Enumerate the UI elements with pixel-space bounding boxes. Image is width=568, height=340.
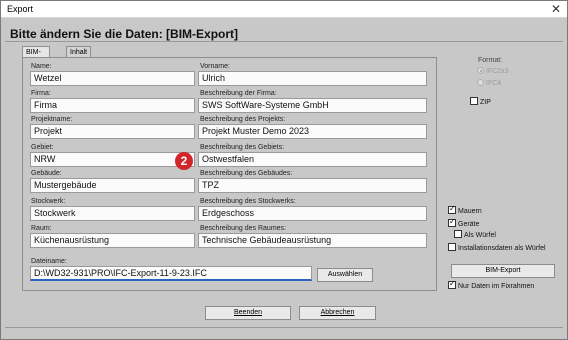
firma-desc-field[interactable]: SWS SoftWare-Systeme GmbH <box>198 98 427 113</box>
zip-label: ZIP <box>480 99 491 106</box>
step-badge: 2 <box>175 152 193 170</box>
raum-desc-field[interactable]: Technische Gebäudeausrüstung <box>198 233 427 248</box>
checkbox-empty-icon[interactable] <box>470 97 478 105</box>
beenden-button[interactable]: Beenden <box>205 306 291 320</box>
als-wuerfel-label: Als Würfel <box>464 232 496 239</box>
radio-empty-icon <box>477 79 484 86</box>
gebiet-desc-field[interactable]: Ostwestfalen <box>198 152 427 167</box>
dateiname-label: Dateiname: <box>31 258 67 265</box>
als-wuerfel-checkbox[interactable]: Als Würfel <box>454 230 496 239</box>
installationsdaten-label: Installationsdaten als Würfel <box>458 245 546 252</box>
vorname-label: Vorname: <box>200 63 230 70</box>
nur-daten-label: Nur Daten im Fixrahmen <box>458 283 535 290</box>
checkbox-empty-icon[interactable] <box>448 243 456 251</box>
stockwerk-desc-field[interactable]: Erdgeschoss <box>198 206 427 221</box>
geraete-label: Geräte <box>458 221 480 228</box>
stockwerk-desc-label: Beschreibung des Stockwerks: <box>200 198 296 205</box>
zip-checkbox[interactable]: ZIP <box>470 97 491 106</box>
stockwerk-field[interactable]: Stockwerk <box>30 206 195 221</box>
nur-daten-checkbox[interactable]: Nur Daten im Fixrahmen <box>448 279 535 290</box>
raum-desc-label: Beschreibung des Raumes: <box>200 225 286 232</box>
mauern-checkbox[interactable]: Mauern <box>448 204 482 215</box>
gebaeude-field[interactable]: Mustergebäude <box>30 178 195 193</box>
title-bar: Export ✕ <box>1 1 567 18</box>
projekt-desc-label: Beschreibung des Projekts: <box>200 116 286 123</box>
format-ifc2x3-label: IFC2x3 <box>486 68 509 75</box>
gebaeude-desc-label: Beschreibung des Gebäudes: <box>200 170 293 177</box>
geraete-checkbox[interactable]: Geräte <box>448 217 480 228</box>
auswaehlen-button[interactable]: Auswählen <box>317 268 373 282</box>
abbrechen-button[interactable]: Abbrechen <box>299 306 376 320</box>
bottom-divider <box>5 327 563 328</box>
projekt-field[interactable]: Projekt <box>30 124 195 139</box>
gebiet-desc-label: Beschreibung des Gebiets: <box>200 144 285 151</box>
raum-field[interactable]: Küchenausrüstung <box>30 233 195 248</box>
bim-export-button[interactable]: BIM-Export <box>451 264 555 278</box>
heading-divider <box>5 41 563 42</box>
format-label: Format: <box>478 57 503 64</box>
firma-label: Firma: <box>31 90 51 97</box>
checkbox-checked-icon[interactable] <box>448 279 456 289</box>
projekt-desc-field[interactable]: Projekt Muster Demo 2023 <box>198 124 427 139</box>
name-label: Name: <box>31 63 52 70</box>
format-ifc2x3-option: IFC2x3 <box>477 67 509 75</box>
firma-field[interactable]: Firma <box>30 98 195 113</box>
checkbox-empty-icon[interactable] <box>454 230 462 238</box>
name-field[interactable]: Wetzel <box>30 71 195 86</box>
close-icon[interactable]: ✕ <box>549 1 563 17</box>
checkbox-checked-icon[interactable] <box>448 204 456 214</box>
projekt-label: Projektname: <box>31 116 73 123</box>
radio-selected-icon <box>477 67 484 74</box>
checkbox-checked-icon[interactable] <box>448 217 456 227</box>
mauern-label: Mauern <box>458 208 482 215</box>
stockwerk-label: Stockwerk: <box>31 198 66 205</box>
dialog-heading: Bitte ändern Sie die Daten: [BIM-Export] <box>10 27 239 41</box>
gebiet-field[interactable]: NRW <box>30 152 195 167</box>
export-dialog: Export ✕ Bitte ändern Sie die Daten: [BI… <box>0 0 568 340</box>
gebaeude-desc-field[interactable]: TPZ <box>198 178 427 193</box>
format-ifc4-label: IFC4 <box>486 80 502 87</box>
format-ifc4-option: IFC4 <box>477 79 501 87</box>
raum-label: Raum: <box>31 225 52 232</box>
vorname-field[interactable]: Ulrich <box>198 71 427 86</box>
gebiet-label: Gebiet: <box>31 144 54 151</box>
window-title: Export <box>7 4 34 14</box>
installationsdaten-checkbox[interactable]: Installationsdaten als Würfel <box>448 243 546 252</box>
dateiname-field[interactable]: D:\WD32-931\PRO\IFC-Export-11-9-23.IFC <box>30 266 312 281</box>
firma-desc-label: Beschreibung der Firma: <box>200 90 277 97</box>
gebaeude-label: Gebäude: <box>31 170 62 177</box>
